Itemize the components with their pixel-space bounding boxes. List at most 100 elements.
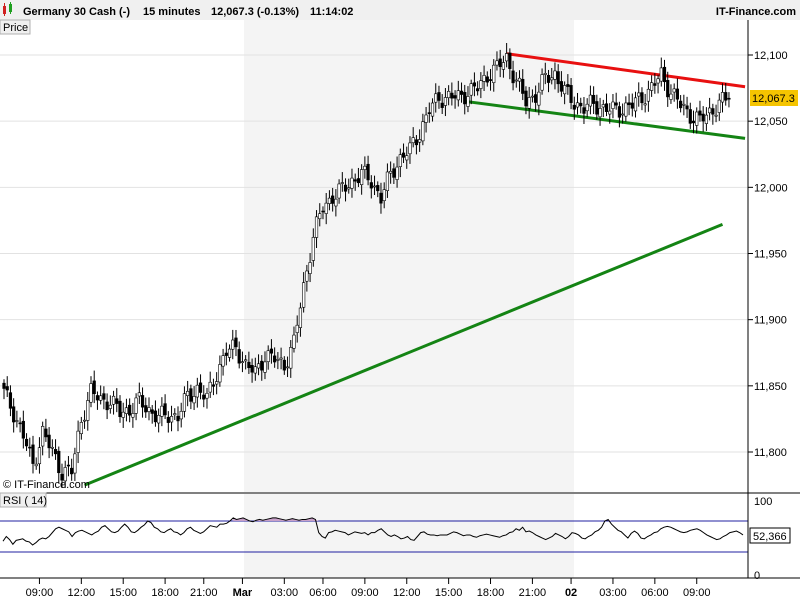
x-tick-label: 21:00 xyxy=(519,587,547,599)
x-tick-label: 03:00 xyxy=(599,587,627,599)
candle-body xyxy=(198,382,203,393)
candle-body xyxy=(250,364,254,373)
x-tick-label: 09:00 xyxy=(351,587,379,599)
candle-body xyxy=(695,111,699,126)
candle-body xyxy=(524,90,528,107)
candle-body xyxy=(195,384,199,398)
candle-body xyxy=(650,82,654,91)
candle-body xyxy=(128,404,132,416)
candle-body xyxy=(353,179,357,182)
candle-body xyxy=(237,349,241,364)
timeframe-label: 15 minutes xyxy=(143,6,200,18)
candle-body xyxy=(211,384,216,387)
candle-body xyxy=(617,106,622,118)
candle-body xyxy=(89,383,93,403)
candle-body xyxy=(450,92,454,99)
candle-body xyxy=(137,392,141,397)
price-tick-label: 12,050 xyxy=(754,116,788,128)
price-tick-label: 11,900 xyxy=(754,315,787,327)
candle-body xyxy=(389,170,393,174)
candle-body xyxy=(308,262,312,274)
candle-body xyxy=(579,102,583,107)
candle-body xyxy=(50,446,54,449)
candle-body xyxy=(92,380,96,395)
candle-body xyxy=(318,213,322,220)
price-tick-label: 11,950 xyxy=(754,249,787,261)
candle-body xyxy=(76,430,80,453)
candle-body xyxy=(157,415,161,424)
candle-body xyxy=(421,121,425,142)
x-tick-label: 18:00 xyxy=(151,587,179,599)
candle-body xyxy=(527,97,531,109)
candle-body xyxy=(685,105,689,110)
candle-body xyxy=(41,426,45,447)
candle-body xyxy=(643,103,647,106)
candle-body xyxy=(169,416,174,423)
x-tick-label: 15:00 xyxy=(435,587,463,599)
candle-body xyxy=(324,202,328,214)
candle-body xyxy=(105,401,109,411)
candle-body xyxy=(208,381,212,393)
last-rsi-label: 52,366 xyxy=(753,531,787,543)
candle-body xyxy=(604,103,609,112)
candle-body xyxy=(150,409,154,414)
candle-body xyxy=(672,88,676,93)
x-tick-label: 02 xyxy=(565,587,577,599)
candle-body xyxy=(205,392,209,399)
candle-body xyxy=(553,70,557,80)
candle-body xyxy=(289,347,293,369)
candle-body xyxy=(563,85,567,95)
candle-body xyxy=(279,357,283,360)
candle-body xyxy=(662,66,667,83)
candle-body xyxy=(463,92,467,105)
candle-body xyxy=(192,396,196,404)
candle-body xyxy=(714,114,718,117)
candle-body xyxy=(231,339,235,350)
candle-body xyxy=(302,282,306,308)
x-tick-label: 21:00 xyxy=(190,587,218,599)
candle-body xyxy=(327,197,332,204)
copyright-label: © IT-Finance.com xyxy=(3,479,90,491)
candle-body xyxy=(37,447,42,465)
candle-body xyxy=(163,403,167,416)
candle-body xyxy=(418,139,422,143)
candle-body xyxy=(717,99,721,113)
candle-body xyxy=(295,324,299,333)
candle-body xyxy=(637,92,641,97)
candle-body xyxy=(186,390,190,396)
candle-body xyxy=(469,83,473,96)
candle-body xyxy=(521,78,525,94)
x-tick-label: 06:00 xyxy=(641,587,669,599)
price-tick-label: 11,800 xyxy=(754,447,787,459)
candle-body xyxy=(566,84,570,87)
rsi-tick-label: 0 xyxy=(754,570,760,582)
candle-body xyxy=(476,88,480,92)
candle-body xyxy=(366,163,370,181)
x-tick-label: 18:00 xyxy=(477,587,505,599)
candle-body xyxy=(401,152,406,158)
candle-body xyxy=(430,102,435,117)
candle-body xyxy=(314,216,319,238)
candle-body xyxy=(118,400,122,418)
candle-body xyxy=(414,139,419,146)
candle-body xyxy=(659,67,663,82)
candle-body xyxy=(621,113,625,116)
candle-body xyxy=(260,360,264,371)
candle-body xyxy=(411,137,415,144)
price-tick-label: 12,000 xyxy=(754,182,788,194)
candle-body xyxy=(363,165,367,170)
candle-body xyxy=(70,467,74,475)
candle-body xyxy=(305,270,309,282)
candle-body xyxy=(537,91,541,106)
candle-body xyxy=(666,80,670,98)
candle-body xyxy=(550,77,554,81)
candle-body xyxy=(224,352,228,356)
candle-body xyxy=(472,82,477,87)
candle-body xyxy=(479,80,483,89)
candle-body xyxy=(405,155,409,161)
candle-body xyxy=(546,75,551,83)
brand-label: IT-Finance.com xyxy=(716,6,796,18)
candle-body xyxy=(95,395,100,401)
candle-body xyxy=(443,97,448,106)
candle-body xyxy=(376,185,380,192)
